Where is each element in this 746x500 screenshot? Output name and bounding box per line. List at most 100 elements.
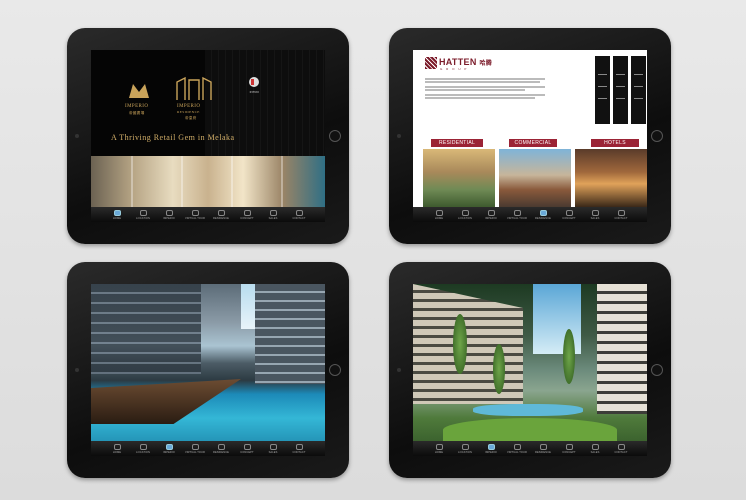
imperio-logo-text: IMPERIO [125, 104, 149, 109]
body-text-line [425, 86, 545, 88]
location-icon [461, 443, 469, 450]
category-hotels[interactable]: HOTELS [591, 139, 639, 147]
imperio-icon [487, 443, 495, 450]
lawn [443, 418, 617, 442]
nav-concept[interactable]: CONCEPT [560, 209, 578, 220]
hotels-thumbnail[interactable] [575, 149, 647, 207]
nav-imperio[interactable]: IMPERIO [482, 209, 500, 220]
home-button[interactable] [651, 130, 663, 142]
tablet-bottom-left: HOME LOCATION IMPERIO VIRTUAL TOUR RESID… [67, 262, 349, 478]
home-icon [435, 209, 443, 216]
concept-icon [243, 443, 251, 450]
residence-icon [217, 443, 225, 450]
award-ribbon [613, 56, 628, 124]
nav-residence[interactable]: RESIDENCE [534, 443, 552, 454]
tagline: A Thriving Retail Gem in Melaka [111, 133, 235, 142]
bottom-nav: HOME LOCATION IMPERIO VIRTUAL TOUR RESID… [91, 441, 325, 456]
nav-imperio[interactable]: IMPERIO [160, 209, 178, 220]
nav-sales[interactable]: SALES [264, 209, 282, 220]
tablet-top-right: HATTEN 哈腾 G R O U P RESIDENTIAL COMMERCI… [389, 28, 671, 244]
nav-virtual-tour[interactable]: VIRTUAL TOUR [185, 443, 205, 454]
body-text-line [425, 94, 545, 96]
intro-play-button[interactable] [249, 77, 259, 87]
contact-icon [295, 209, 303, 216]
award-ribbon [631, 56, 646, 124]
nav-residence[interactable]: RESIDENCE [212, 209, 230, 220]
body-text-line [425, 97, 535, 99]
residence-icon [539, 209, 547, 216]
nav-contact[interactable]: CONTACT [290, 209, 308, 220]
body-text-line [425, 81, 540, 83]
building-left [91, 284, 201, 374]
nav-location[interactable]: LOCATION [134, 209, 152, 220]
virtual-tour-icon [191, 443, 199, 450]
home-icon [113, 443, 121, 450]
imperio-icon [487, 209, 495, 216]
building-right [255, 284, 325, 384]
nav-virtual-tour[interactable]: VIRTUAL TOUR [507, 443, 527, 454]
home-button[interactable] [651, 364, 663, 376]
imperio-icon [165, 209, 173, 216]
nav-residence[interactable]: RESIDENCE [212, 443, 230, 454]
building-backdrop [205, 50, 325, 160]
screen-hatten-group: HATTEN 哈腾 G R O U P RESIDENTIAL COMMERCI… [413, 50, 647, 222]
screen-pool-render: HOME LOCATION IMPERIO VIRTUAL TOUR RESID… [91, 284, 325, 456]
nav-location[interactable]: LOCATION [456, 443, 474, 454]
home-button[interactable] [329, 364, 341, 376]
nav-concept[interactable]: CONCEPT [238, 209, 256, 220]
imperio-logo-cjk: 帝國廣場 [129, 111, 145, 115]
nav-residence[interactable]: RESIDENCE [534, 209, 552, 220]
screen-imperio-intro: IMPERIO 帝國廣場 IMPERIO RESIDENCE 帝皇府 INTRO… [91, 50, 325, 222]
nav-home[interactable]: HOME [108, 443, 126, 454]
nav-home[interactable]: HOME [430, 209, 448, 220]
camera-dot [397, 134, 401, 138]
bottom-nav: HOME LOCATION IMPERIO VIRTUAL TOUR RESID… [413, 441, 647, 456]
building-left [413, 284, 523, 404]
hatten-brand: HATTEN 哈腾 [439, 57, 493, 67]
home-button[interactable] [329, 130, 341, 142]
nav-sales[interactable]: SALES [586, 209, 604, 220]
residential-thumbnail[interactable] [423, 149, 495, 207]
nav-home[interactable]: HOME [430, 443, 448, 454]
nav-contact[interactable]: CONTACT [290, 443, 308, 454]
residence-logo-line2: RESIDENCE [177, 110, 200, 114]
residence-logo-text: IMPERIO [177, 104, 201, 109]
tree [563, 329, 575, 384]
contact-icon [295, 443, 303, 450]
nav-location[interactable]: LOCATION [456, 209, 474, 220]
tree [493, 344, 505, 394]
nav-location[interactable]: LOCATION [134, 443, 152, 454]
nav-virtual-tour[interactable]: VIRTUAL TOUR [507, 209, 527, 220]
sales-icon [591, 443, 599, 450]
nav-sales[interactable]: SALES [264, 443, 282, 454]
residence-logo-cjk: 帝皇府 [185, 116, 197, 120]
location-icon [139, 209, 147, 216]
concept-icon [243, 209, 251, 216]
virtual-tour-icon [191, 209, 199, 216]
sales-icon [269, 443, 277, 450]
location-icon [139, 443, 147, 450]
camera-dot [397, 368, 401, 372]
virtual-tour-icon [513, 443, 521, 450]
nav-sales[interactable]: SALES [586, 443, 604, 454]
commercial-thumbnail[interactable] [499, 149, 571, 207]
nav-concept[interactable]: CONCEPT [238, 443, 256, 454]
nav-virtual-tour[interactable]: VIRTUAL TOUR [185, 209, 205, 220]
category-residential[interactable]: RESIDENTIAL [431, 139, 483, 147]
camera-dot [75, 368, 79, 372]
nav-contact[interactable]: CONTACT [612, 209, 630, 220]
category-commercial[interactable]: COMMERCIAL [509, 139, 557, 147]
imperio-logo-icon [129, 84, 149, 98]
contact-icon [617, 443, 625, 450]
home-icon [435, 443, 443, 450]
nav-home[interactable]: HOME [108, 209, 126, 220]
nav-imperio[interactable]: IMPERIO [482, 443, 500, 454]
concept-icon [565, 209, 573, 216]
imperio-icon [165, 443, 173, 450]
camera-dot [75, 134, 79, 138]
body-text-line [425, 89, 525, 91]
residence-icon [539, 443, 547, 450]
nav-imperio[interactable]: IMPERIO [160, 443, 178, 454]
nav-concept[interactable]: CONCEPT [560, 443, 578, 454]
nav-contact[interactable]: CONTACT [612, 443, 630, 454]
